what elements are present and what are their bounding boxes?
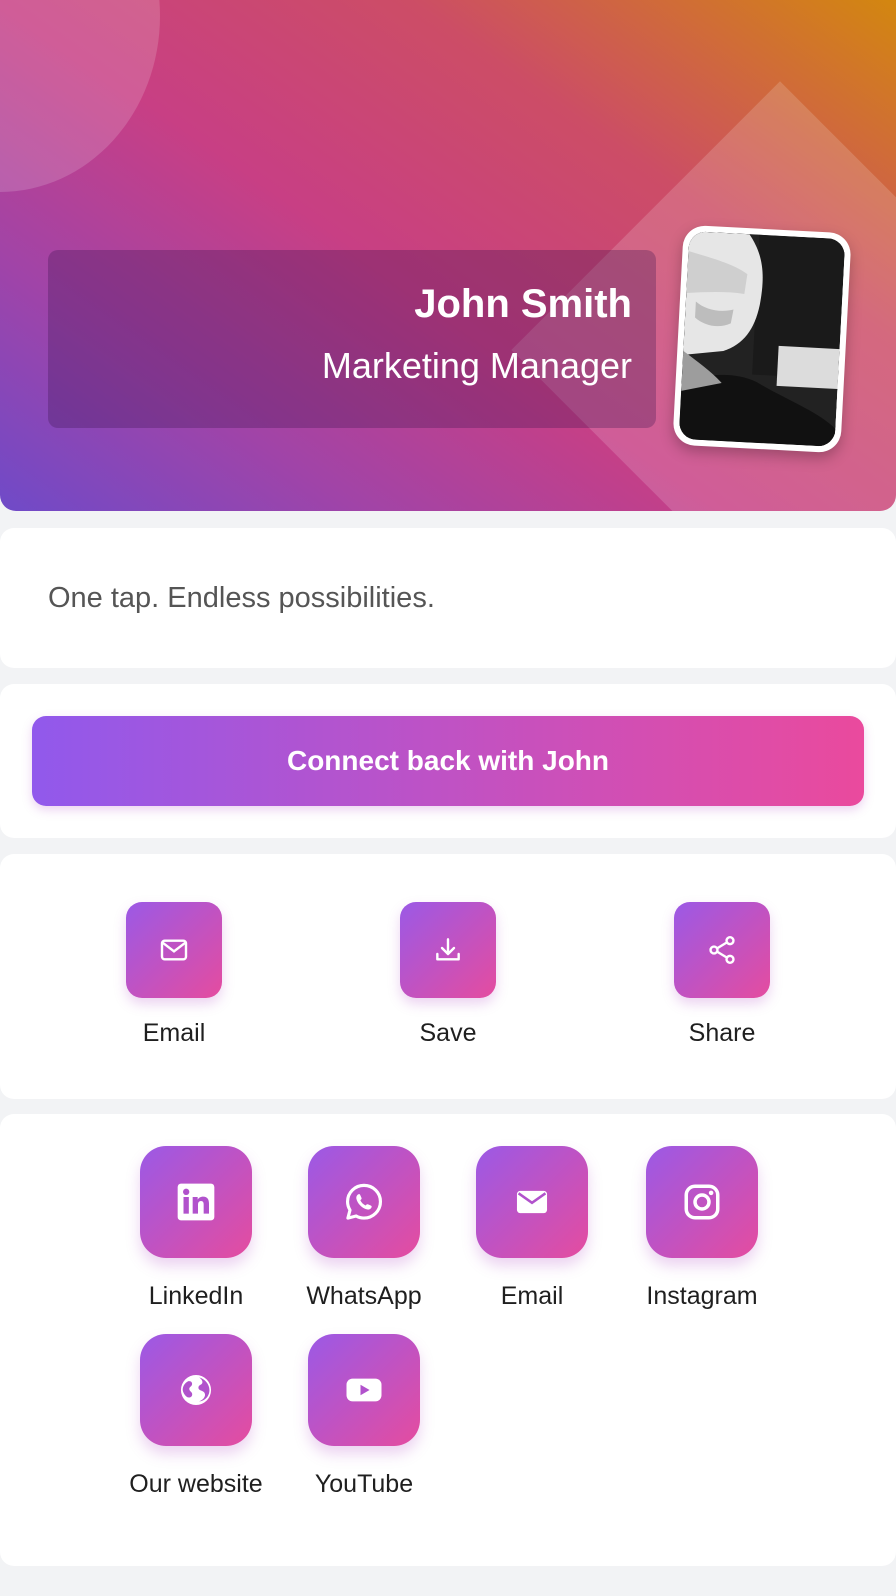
whatsapp-label: WhatsApp bbox=[306, 1282, 422, 1310]
save-action-label: Save bbox=[419, 1019, 477, 1047]
save-action[interactable]: Save bbox=[368, 902, 528, 1062]
tagline-text: One tap. Endless possibilities. bbox=[48, 582, 435, 614]
portrait-image bbox=[678, 231, 846, 447]
website-label: Our website bbox=[129, 1470, 263, 1498]
social-links-card: LinkedIn WhatsApp Email Instagram Our we… bbox=[0, 1114, 896, 1566]
linkedin-icon bbox=[177, 1183, 215, 1221]
mail-outline-icon bbox=[160, 939, 188, 961]
connect-card: Connect back with John bbox=[0, 684, 896, 838]
decorative-circle bbox=[0, 0, 160, 192]
email-tile[interactable] bbox=[476, 1146, 588, 1258]
youtube-label: YouTube bbox=[314, 1470, 414, 1498]
website-tile[interactable] bbox=[140, 1334, 252, 1446]
instagram-icon bbox=[684, 1184, 720, 1220]
profile-photo-frame bbox=[672, 224, 852, 454]
social-website[interactable]: Our website bbox=[116, 1334, 276, 1502]
profile-header: John Smith Marketing Manager bbox=[0, 0, 896, 511]
profile-photo bbox=[678, 231, 846, 447]
linkedin-tile[interactable] bbox=[140, 1146, 252, 1258]
download-icon bbox=[436, 938, 460, 961]
social-youtube[interactable]: YouTube bbox=[284, 1334, 444, 1502]
email-action-tile[interactable] bbox=[126, 902, 222, 998]
whatsapp-icon bbox=[345, 1183, 383, 1220]
email-label: Email bbox=[500, 1282, 564, 1310]
instagram-label: Instagram bbox=[646, 1282, 758, 1310]
profile-title: Marketing Manager bbox=[321, 345, 632, 386]
share-action-label: Share bbox=[688, 1019, 756, 1047]
whatsapp-tile[interactable] bbox=[308, 1146, 420, 1258]
email-action[interactable]: Email bbox=[94, 902, 254, 1062]
email-action-label: Email bbox=[142, 1019, 206, 1047]
quick-actions-card: Email Save Share bbox=[0, 854, 896, 1099]
globe-icon bbox=[180, 1374, 212, 1406]
youtube-tile[interactable] bbox=[308, 1334, 420, 1446]
instagram-tile[interactable] bbox=[646, 1146, 758, 1258]
profile-name: John Smith bbox=[414, 282, 632, 326]
connect-back-button[interactable]: Connect back with John bbox=[32, 716, 864, 806]
mail-icon bbox=[516, 1190, 548, 1214]
share-action-tile[interactable] bbox=[674, 902, 770, 998]
social-email[interactable]: Email bbox=[452, 1146, 612, 1314]
linkedin-label: LinkedIn bbox=[148, 1282, 244, 1310]
social-instagram[interactable]: Instagram bbox=[622, 1146, 782, 1314]
share-action[interactable]: Share bbox=[642, 902, 802, 1062]
share-icon bbox=[709, 936, 735, 964]
social-linkedin[interactable]: LinkedIn bbox=[116, 1146, 276, 1314]
youtube-icon bbox=[346, 1378, 382, 1402]
name-panel: John Smith Marketing Manager bbox=[48, 250, 656, 428]
tagline-card: One tap. Endless possibilities. bbox=[0, 528, 896, 668]
social-whatsapp[interactable]: WhatsApp bbox=[284, 1146, 444, 1314]
save-action-tile[interactable] bbox=[400, 902, 496, 998]
